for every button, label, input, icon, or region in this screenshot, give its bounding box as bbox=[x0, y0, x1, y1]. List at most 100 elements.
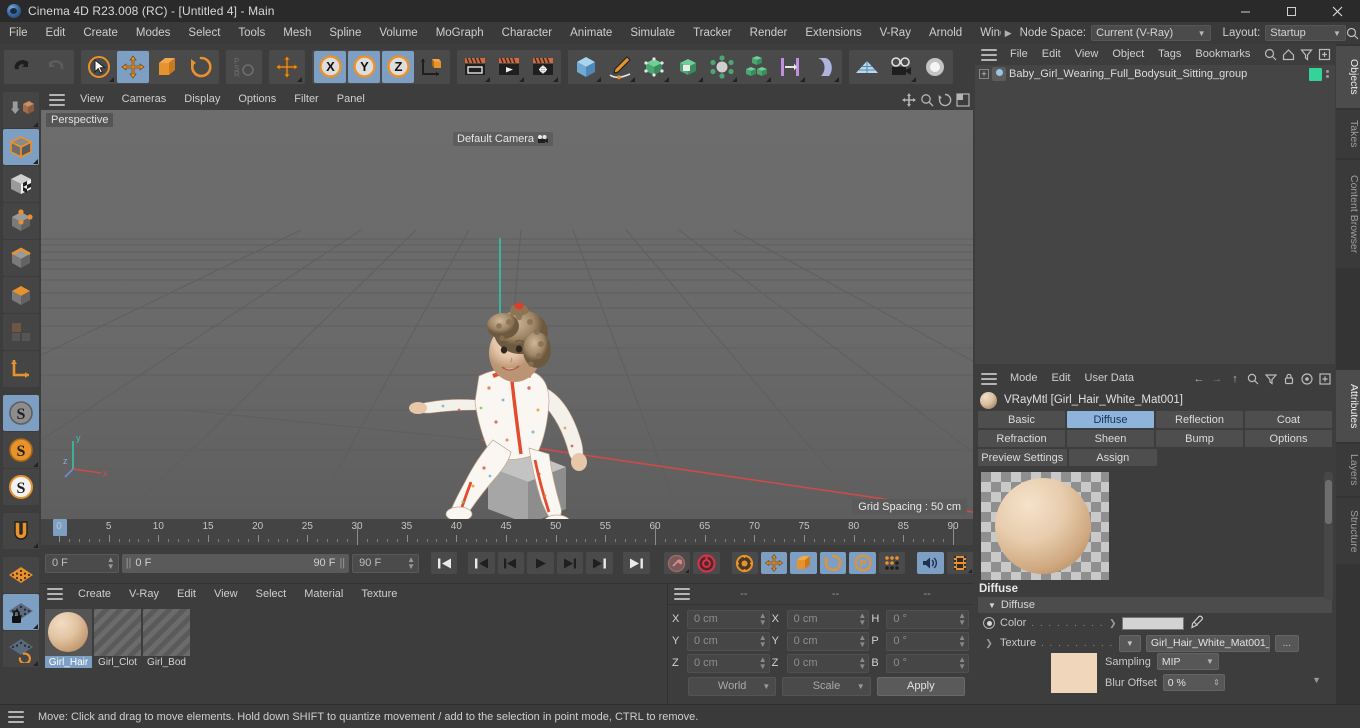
material-menu-view[interactable]: View bbox=[205, 584, 247, 604]
subdivision-surface-button[interactable] bbox=[638, 50, 670, 83]
menu-volume[interactable]: Volume bbox=[370, 22, 426, 44]
menu-modes[interactable]: Modes bbox=[127, 22, 180, 44]
menu-render[interactable]: Render bbox=[741, 22, 797, 44]
texture-mode-button[interactable] bbox=[2, 166, 39, 202]
add-layer-icon[interactable] bbox=[1317, 47, 1332, 62]
coord-field-pos-z[interactable]: 0 cm ▲ ▼ bbox=[687, 653, 770, 673]
tab-takes[interactable]: Takes bbox=[1336, 110, 1360, 158]
object-menu-object[interactable]: Object bbox=[1105, 44, 1151, 65]
spline-pen-button[interactable] bbox=[604, 50, 636, 83]
tab-basic[interactable]: Basic bbox=[978, 411, 1065, 428]
stepper-icon[interactable]: ▲ ▼ bbox=[858, 656, 866, 671]
coordinate-space-dropdown[interactable]: World ▼ bbox=[688, 676, 777, 696]
coord-field-size-y[interactable]: 0 cm ▲ ▼ bbox=[786, 631, 870, 651]
attr-menu-mode[interactable]: Mode bbox=[1003, 368, 1045, 389]
stepper-icon[interactable]: ▲ ▼ bbox=[407, 556, 415, 571]
menu-overflow-arrow-icon[interactable]: ▶ bbox=[1001, 28, 1016, 39]
menu-animate[interactable]: Animate bbox=[561, 22, 621, 44]
expand-more-icon[interactable]: ▼ bbox=[1312, 653, 1335, 685]
stepper-icon[interactable]: ▲ ▼ bbox=[958, 656, 966, 671]
back-arrow-icon[interactable]: ← bbox=[1192, 372, 1206, 386]
object-manager-hamburger-icon[interactable] bbox=[981, 48, 997, 61]
close-button[interactable] bbox=[1314, 0, 1360, 22]
status-hamburger-icon[interactable] bbox=[8, 710, 24, 723]
stepper-icon[interactable]: ▲ ▼ bbox=[858, 612, 866, 627]
material-thumbnail[interactable] bbox=[94, 609, 141, 656]
material-thumbnail[interactable] bbox=[143, 609, 190, 656]
color-expand-icon[interactable]: ❯ bbox=[1109, 618, 1117, 629]
material-item-girl-bod[interactable]: Girl_Bod bbox=[143, 609, 190, 668]
stepper-icon[interactable]: ▲ ▼ bbox=[958, 634, 966, 649]
menu-spline[interactable]: Spline bbox=[320, 22, 370, 44]
polygons-mode-button[interactable] bbox=[2, 277, 39, 313]
timeline-ruler[interactable]: 051015202530354045505560657075808590 bbox=[41, 519, 973, 545]
object-menu-file[interactable]: File bbox=[1003, 44, 1035, 65]
apply-button[interactable]: Apply bbox=[876, 676, 965, 696]
rotate-tool[interactable] bbox=[185, 50, 217, 83]
object-menu-bookmarks[interactable]: Bookmarks bbox=[1188, 44, 1250, 65]
viewport-rotate-icon[interactable] bbox=[937, 92, 952, 107]
menu-edit[interactable]: Edit bbox=[37, 22, 75, 44]
coordinates-hamburger-icon[interactable] bbox=[674, 588, 690, 600]
search-icon[interactable] bbox=[1263, 47, 1278, 62]
frame-range-bar[interactable]: || 0 F 90 F || bbox=[121, 553, 350, 573]
model-mode-button[interactable] bbox=[2, 129, 39, 165]
node-space-dropdown[interactable]: Current (V-Ray) ▼ bbox=[1091, 25, 1211, 41]
attr-menu-user-data[interactable]: User Data bbox=[1078, 368, 1142, 389]
tab-content-browser[interactable]: Content Browser bbox=[1336, 160, 1360, 268]
array-button[interactable] bbox=[706, 50, 738, 83]
viewport-menu-display[interactable]: Display bbox=[175, 89, 229, 110]
stepper-icon[interactable]: ▲ ▼ bbox=[759, 656, 767, 671]
key-scale-button[interactable] bbox=[790, 552, 817, 574]
tab-objects[interactable]: Objects bbox=[1336, 46, 1360, 108]
material-item-girl-hair[interactable]: Girl_Hair bbox=[45, 609, 92, 668]
sampling-dropdown[interactable]: MIP ▼ bbox=[1156, 653, 1219, 670]
coordinate-mode-dropdown[interactable]: Scale ▼ bbox=[782, 676, 871, 696]
tab-sheen[interactable]: Sheen bbox=[1067, 430, 1154, 447]
material-menu-texture[interactable]: Texture bbox=[352, 584, 406, 604]
undo-button[interactable] bbox=[6, 50, 38, 83]
color-radio-icon[interactable] bbox=[983, 617, 995, 629]
attributes-scrollbar[interactable] bbox=[1324, 472, 1333, 600]
stepper-icon[interactable]: ▲ ▼ bbox=[107, 556, 115, 571]
texture-expand-icon[interactable]: ❯ bbox=[983, 638, 995, 649]
workplane-button[interactable] bbox=[2, 557, 39, 593]
stepper-icon[interactable]: ▲ ▼ bbox=[759, 612, 767, 627]
filter-icon[interactable] bbox=[1299, 47, 1314, 62]
step-forward-button[interactable] bbox=[556, 552, 584, 574]
texture-name-field[interactable]: Girl_Hair_White_Mat001_Dif bbox=[1145, 634, 1270, 652]
home-icon[interactable] bbox=[1281, 47, 1296, 62]
object-row[interactable]: + Baby_Girl_Wearing_Full_Bodysuit_Sittin… bbox=[975, 65, 1335, 83]
menu-file[interactable]: File bbox=[0, 22, 37, 44]
mograph-effector-button[interactable] bbox=[774, 50, 806, 83]
viewport-menu-filter[interactable]: Filter bbox=[285, 89, 327, 110]
stepper-icon[interactable]: ▲ ▼ bbox=[759, 634, 767, 649]
object-menu-tags[interactable]: Tags bbox=[1151, 44, 1188, 65]
range-grip-left-icon[interactable]: || bbox=[126, 557, 132, 569]
z-axis-lock-button[interactable]: Z bbox=[382, 50, 414, 83]
viewport-move-icon[interactable] bbox=[901, 92, 916, 107]
prev-keyframe-button[interactable] bbox=[468, 552, 495, 574]
record-active-objects-button[interactable] bbox=[663, 552, 691, 574]
move-tool[interactable] bbox=[117, 50, 149, 83]
current-frame-field[interactable]: 0 F ▲ ▼ bbox=[45, 553, 119, 573]
eyedropper-icon[interactable] bbox=[1189, 615, 1203, 632]
next-keyframe-button[interactable] bbox=[586, 552, 613, 574]
layout-dropdown[interactable]: Startup ▼ bbox=[1265, 25, 1346, 41]
max-frame-field[interactable]: 90 F ▲ ▼ bbox=[352, 553, 420, 573]
goto-end-button[interactable] bbox=[623, 552, 650, 574]
tab-reflection[interactable]: Reflection bbox=[1156, 411, 1243, 428]
snap-settings-button[interactable]: S bbox=[2, 469, 39, 505]
object-tree[interactable]: + Baby_Girl_Wearing_Full_Bodysuit_Sittin… bbox=[975, 65, 1335, 364]
cloner-button[interactable] bbox=[740, 50, 772, 83]
texture-browse-button[interactable]: ... bbox=[1274, 634, 1299, 652]
vray-tag-icon[interactable] bbox=[1309, 67, 1322, 81]
material-menu-material[interactable]: Material bbox=[295, 584, 352, 604]
tab-assign[interactable]: Assign bbox=[1068, 449, 1157, 466]
render-to-picture-viewer-button[interactable] bbox=[493, 50, 525, 83]
move-axis-button[interactable] bbox=[271, 50, 303, 83]
tab-coat[interactable]: Coat bbox=[1245, 411, 1332, 428]
edges-mode-button[interactable] bbox=[2, 240, 39, 276]
menu-tools[interactable]: Tools bbox=[229, 22, 274, 44]
viewport-menu-cameras[interactable]: Cameras bbox=[113, 89, 176, 110]
